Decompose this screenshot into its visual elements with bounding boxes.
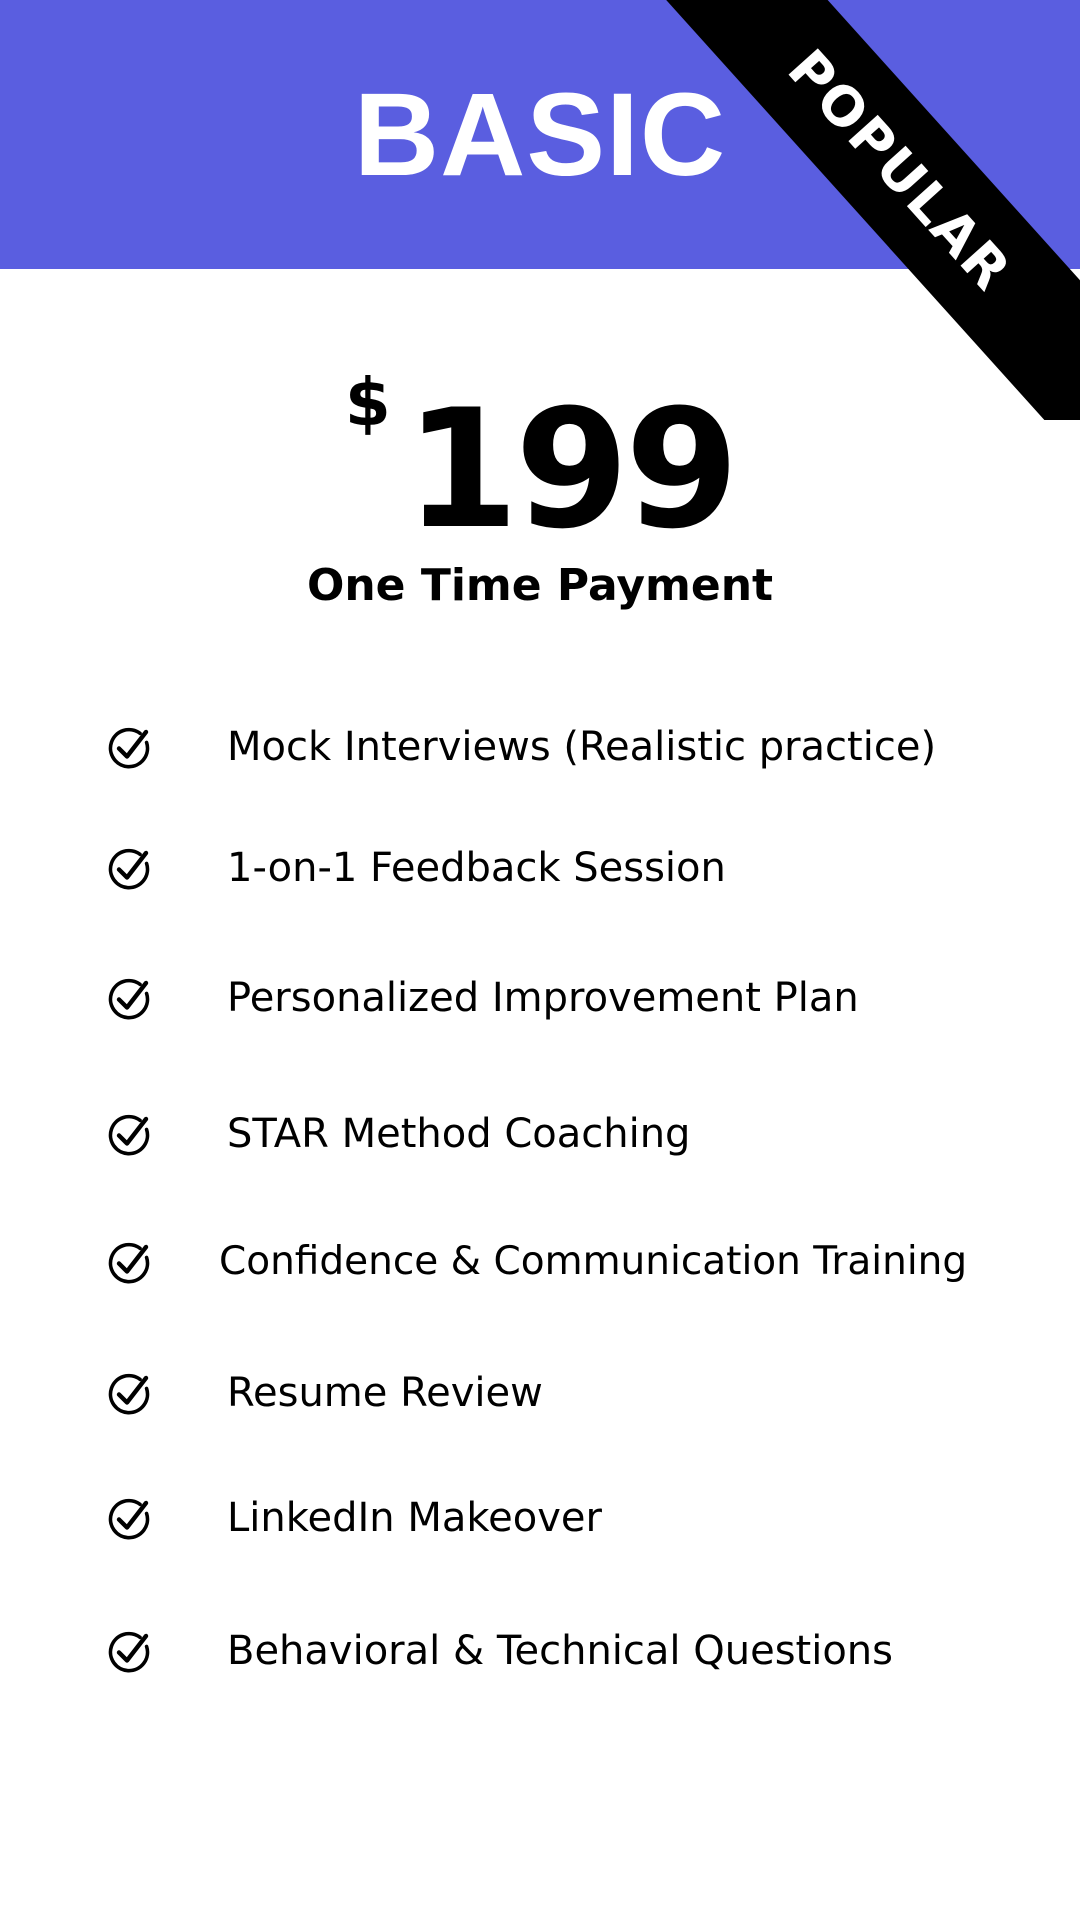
feature-item: STAR Method Coaching [105,1104,1035,1164]
feature-list: Mock Interviews (Realistic practice) 1-o… [0,0,1080,1920]
check-circle-icon [108,848,150,890]
check-circle-icon [108,978,150,1020]
feature-item: 1-on-1 Feedback Session [105,838,1035,898]
feature-item: Mock Interviews (Realistic practice) [105,717,1035,777]
check-circle-icon [108,1114,150,1156]
feature-label: Confidence & Communication Training [219,1239,968,1284]
feature-item: Resume Review [105,1363,1035,1423]
feature-item: Confidence & Communication Training [105,1232,1035,1292]
feature-label: 1-on-1 Feedback Session [227,845,726,891]
feature-item: Behavioral & Technical Questions [105,1621,1035,1681]
feature-label: Resume Review [227,1370,543,1416]
check-circle-icon [108,1373,150,1415]
check-circle-icon [108,1498,150,1540]
feature-label: Behavioral & Technical Questions [227,1628,893,1674]
check-circle-icon [108,1242,150,1284]
feature-label: LinkedIn Makeover [227,1495,602,1541]
feature-label: Mock Interviews (Realistic practice) [227,724,937,770]
feature-label: Personalized Improvement Plan [227,975,859,1021]
check-circle-icon [108,1631,150,1673]
feature-item: LinkedIn Makeover [105,1488,1035,1548]
feature-label: STAR Method Coaching [227,1111,691,1157]
feature-item: Personalized Improvement Plan [105,968,1035,1028]
check-circle-icon [108,727,150,769]
